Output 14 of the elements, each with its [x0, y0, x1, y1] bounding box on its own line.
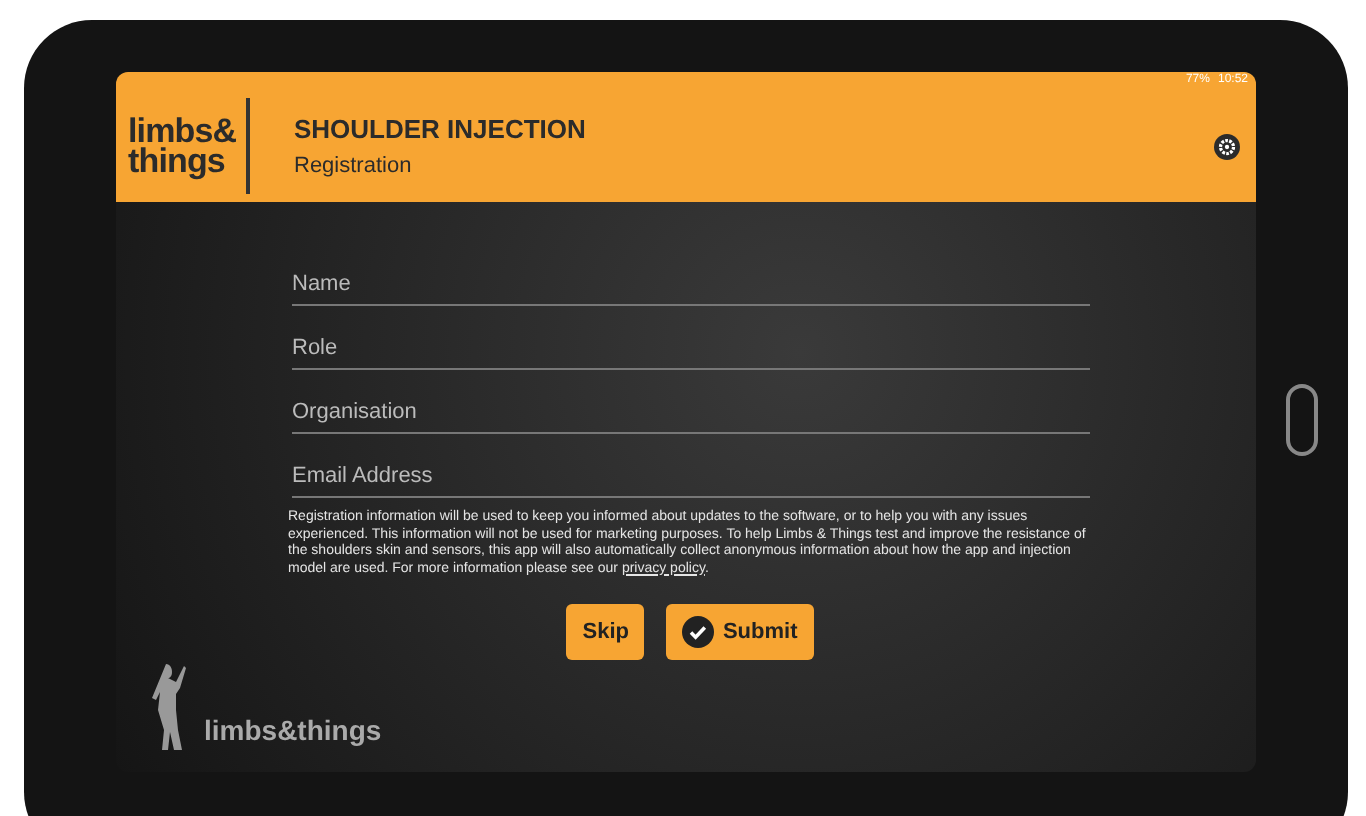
- skip-button[interactable]: Skip: [566, 604, 645, 660]
- text-field[interactable]: Email Address: [292, 434, 1090, 498]
- text-field[interactable]: Role: [292, 306, 1090, 370]
- text-field[interactable]: Organisation: [292, 370, 1090, 434]
- page-subtitle: Registration: [294, 151, 414, 181]
- checkmark-icon: [682, 616, 715, 648]
- submit-button[interactable]: Submit: [666, 604, 814, 660]
- logo-text: things: [128, 146, 225, 176]
- settings-icon[interactable]: [1214, 133, 1240, 159]
- brand-logo-text: limbs&things: [204, 712, 382, 750]
- page-title: SHOULDER INJECTION: [294, 112, 586, 148]
- home-button[interactable]: [1286, 384, 1318, 456]
- text-field[interactable]: Name: [292, 242, 1090, 306]
- logo-text: limbs&: [128, 116, 239, 146]
